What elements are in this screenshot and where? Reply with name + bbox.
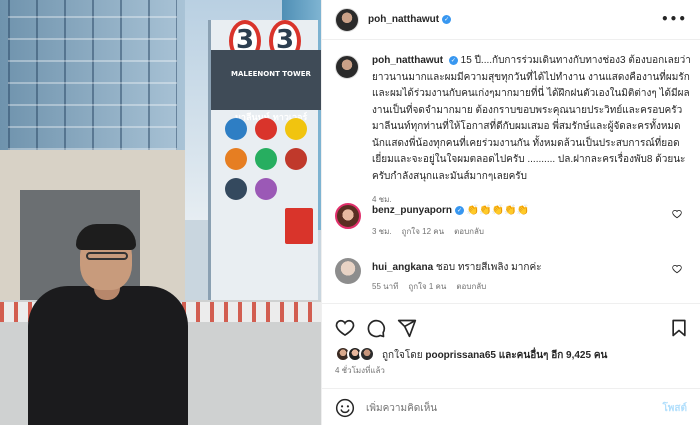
sponsor-logo bbox=[255, 148, 277, 170]
heart-icon[interactable] bbox=[335, 318, 355, 338]
sponsor-logo bbox=[285, 208, 313, 244]
bookmark-icon[interactable] bbox=[669, 318, 689, 338]
sponsor-logo bbox=[225, 118, 247, 140]
share-icon[interactable] bbox=[397, 318, 417, 338]
tower-sign: MALEENONT TOWER bbox=[231, 70, 311, 78]
sponsor-logo bbox=[285, 118, 307, 140]
comment-username[interactable]: benz_punyaporn bbox=[372, 205, 452, 216]
comment-line: benz_punyaporn ✓ 👏👏👏👏👏 bbox=[372, 205, 529, 216]
post-header: poh_natthawut ✓ ••• bbox=[322, 0, 700, 40]
likes-suffix[interactable]: และคนอื่นๆ อีก 9,425 คน bbox=[499, 350, 608, 361]
more-horizontal-icon[interactable]: ••• bbox=[661, 12, 687, 26]
comment-avatar[interactable] bbox=[335, 258, 361, 284]
action-bar bbox=[322, 303, 700, 349]
likes-user[interactable]: pooprissana65 bbox=[425, 350, 496, 361]
add-comment-bar: โพสต์ bbox=[322, 388, 700, 425]
comment-heart-icon[interactable] bbox=[672, 209, 682, 219]
comment-input[interactable] bbox=[366, 400, 626, 416]
comment-meta: 3 ชม. ถูกใจ 12 คน ตอบกลับ bbox=[372, 225, 494, 238]
caption-body: 15 ปี....กับการร่วมเดินทางกับทางช่อง3 ต้… bbox=[372, 55, 691, 182]
sponsor-logo bbox=[225, 148, 247, 170]
post-button[interactable]: โพสต์ bbox=[662, 401, 687, 416]
sponsor-logo bbox=[255, 118, 277, 140]
reply-button[interactable]: ตอบกลับ bbox=[454, 227, 484, 236]
sponsor-logo bbox=[225, 178, 247, 200]
verified-badge-icon: ✓ bbox=[442, 15, 452, 24]
likes-summary[interactable]: ถูกใจโดย pooprissana65 และคนอื่นๆ อีก 9,… bbox=[322, 346, 700, 364]
caption-text: poh_natthawut ✓ 15 ปี....กับการร่วมเดินท… bbox=[372, 53, 692, 185]
sponsor-logo bbox=[285, 148, 307, 170]
post-viewer: 3 3 มาลีนนท์ ทาวเวอร์ MALEENONT TOWER po… bbox=[0, 0, 700, 425]
verified-badge-icon: ✓ bbox=[448, 55, 458, 65]
channel3-tower: 3 3 มาลีนนท์ ทาวเวอร์ MALEENONT TOWER bbox=[208, 20, 321, 310]
comment-icon[interactable] bbox=[366, 318, 386, 338]
likes-text: ถูกใจโดย pooprissana65 และคนอื่นๆ อีก 9,… bbox=[382, 348, 607, 363]
verified-badge-icon: ✓ bbox=[455, 205, 465, 215]
comments-section[interactable]: poh_natthawut ✓ 15 ปี....กับการร่วมเดินท… bbox=[322, 40, 700, 303]
comment-avatar[interactable] bbox=[335, 203, 361, 229]
liker-avatars bbox=[335, 346, 379, 362]
person-photo bbox=[28, 224, 188, 425]
reply-button[interactable]: ตอบกลับ bbox=[456, 282, 486, 291]
comment-line: hui_angkana ชอบ ทรายสีเพลิง มากค่ะ bbox=[372, 260, 542, 275]
author-username[interactable]: poh_natthawut bbox=[368, 14, 439, 25]
post-photo[interactable]: 3 3 มาลีนนท์ ทาวเวอร์ MALEENONT TOWER bbox=[0, 0, 321, 425]
comment-text: ชอบ ทรายสีเพลิง มากค่ะ bbox=[435, 262, 542, 273]
caption-username[interactable]: poh_natthawut bbox=[372, 55, 443, 66]
sponsor-logo bbox=[255, 178, 277, 200]
post-sidebar: poh_natthawut ✓ ••• poh_natthawut ✓ 15 ป… bbox=[321, 0, 700, 425]
comment-meta: 55 นาที ถูกใจ 1 คน ตอบกลับ bbox=[372, 280, 496, 293]
comment-time: 3 ชม. bbox=[372, 227, 392, 236]
comment-time: 55 นาที bbox=[372, 282, 399, 291]
author-avatar[interactable] bbox=[335, 7, 359, 32]
posted-time: 4 ชั่วโมงที่แล้ว bbox=[335, 366, 385, 375]
caption-avatar[interactable] bbox=[335, 55, 359, 79]
comment-heart-icon[interactable] bbox=[672, 264, 682, 274]
emoji-icon[interactable] bbox=[335, 398, 355, 418]
comment-username[interactable]: hui_angkana bbox=[372, 262, 433, 273]
comment-text: 👏👏👏👏👏 bbox=[466, 205, 530, 216]
comment-likes[interactable]: ถูกใจ 12 คน bbox=[402, 227, 444, 236]
liker-avatar bbox=[359, 346, 375, 362]
comment-likes[interactable]: ถูกใจ 1 คน bbox=[408, 282, 446, 291]
likes-prefix: ถูกใจโดย bbox=[382, 350, 423, 361]
